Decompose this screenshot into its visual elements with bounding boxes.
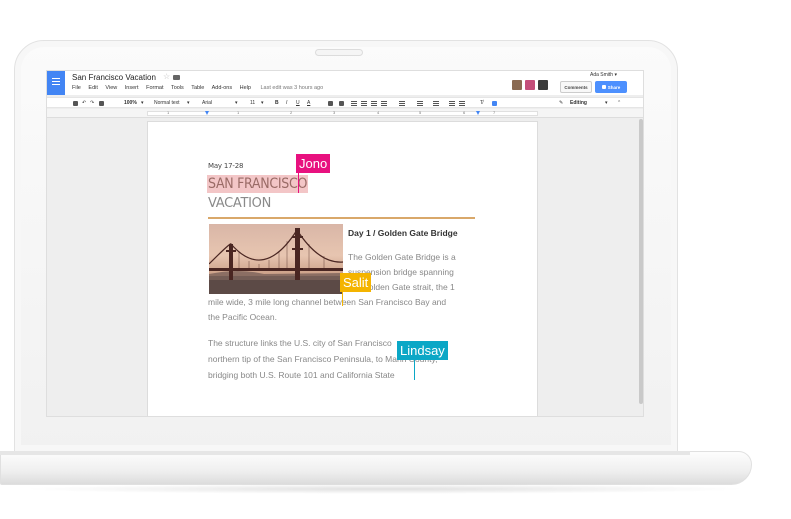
- avatar[interactable]: [538, 80, 548, 90]
- font-size-select[interactable]: 11: [250, 100, 255, 106]
- bold-button[interactable]: B: [275, 100, 279, 106]
- clear-formatting-icon[interactable]: T̸: [480, 100, 483, 106]
- menu-table[interactable]: Table: [191, 85, 204, 91]
- pencil-icon: ✎: [559, 100, 564, 106]
- bulleted-list-icon[interactable]: [433, 101, 439, 106]
- font-select[interactable]: Arial: [202, 100, 212, 106]
- horizontal-rule: [208, 217, 475, 219]
- lock-icon: [601, 85, 606, 89]
- collapse-menu-icon[interactable]: ⌃: [617, 100, 621, 106]
- paragraph-line[interactable]: mile wide, 3 mile long channel between S…: [208, 295, 446, 311]
- ruler-number: 5: [419, 110, 422, 115]
- vertical-scrollbar[interactable]: [639, 119, 643, 404]
- comments-button[interactable]: Comments: [560, 81, 592, 93]
- numbered-list-icon[interactable]: [417, 101, 423, 106]
- ruler-number: 7: [493, 110, 496, 115]
- editing-mode-select[interactable]: Editing: [570, 100, 587, 106]
- align-right-icon[interactable]: [371, 101, 377, 106]
- paint-format-icon[interactable]: [99, 101, 104, 106]
- italic-button[interactable]: I: [286, 100, 287, 106]
- webcam: [315, 49, 363, 56]
- menu-format[interactable]: Format: [146, 85, 163, 91]
- chevron-down-icon: ▾: [141, 100, 144, 106]
- right-indent-marker[interactable]: [476, 111, 480, 115]
- ruler-number: 6: [463, 110, 466, 115]
- document-title[interactable]: San Francisco Vacation: [72, 73, 156, 82]
- menu-edit[interactable]: Edit: [88, 85, 97, 91]
- indent-marker[interactable]: [205, 111, 209, 115]
- align-center-icon[interactable]: [361, 101, 367, 106]
- menu-insert[interactable]: Insert: [125, 85, 139, 91]
- menu-bar: File Edit View Insert Format Tools Table…: [72, 85, 329, 91]
- collaborator-flag-lindsay: Lindsay: [397, 341, 448, 360]
- formatting-toolbar: ↶ ↷ 100% ▾ Normal text ▾ Arial ▾ 11 ▾ B …: [47, 97, 643, 108]
- paragraph-line[interactable]: The Golden Gate Bridge is a: [348, 250, 456, 266]
- menu-addons[interactable]: Add-ons: [212, 85, 233, 91]
- avatar[interactable]: [525, 80, 535, 90]
- docs-header: San Francisco Vacation ☆ File Edit View …: [47, 71, 643, 95]
- laptop-shadow: [20, 484, 750, 494]
- folder-icon[interactable]: [173, 75, 180, 80]
- increase-indent-icon[interactable]: [459, 101, 465, 106]
- underline-button[interactable]: U: [296, 100, 300, 106]
- redo-icon[interactable]: ↷: [90, 100, 94, 106]
- docs-logo-icon[interactable]: [47, 71, 65, 95]
- trip-dates[interactable]: May 17-28: [208, 162, 243, 170]
- chevron-down-icon: ▾: [187, 100, 190, 106]
- collaborator-cursor-salit: [342, 292, 343, 306]
- chevron-down-icon: ▾: [605, 100, 608, 106]
- share-label: Share: [607, 84, 621, 90]
- paragraph-line[interactable]: The structure links the U.S. city of San…: [208, 336, 392, 352]
- menu-view[interactable]: View: [105, 85, 117, 91]
- paragraph-line[interactable]: bridging both U.S. Route 101 and Califor…: [208, 368, 395, 384]
- align-left-icon[interactable]: [351, 101, 357, 106]
- ruler-number: 1: [237, 110, 240, 115]
- line-spacing-icon[interactable]: [399, 101, 405, 106]
- collaborator-cursor-lindsay: [414, 360, 415, 380]
- share-button[interactable]: Share: [595, 81, 627, 93]
- print-icon[interactable]: [73, 101, 78, 106]
- ruler-number: 3: [333, 110, 336, 115]
- day-heading[interactable]: Day 1 / Golden Gate Bridge: [348, 228, 458, 238]
- comment-icon[interactable]: [339, 101, 344, 106]
- paragraph-line[interactable]: the Pacific Ocean.: [208, 310, 277, 326]
- chevron-down-icon: ▾: [261, 100, 264, 106]
- bridge-illustration: [209, 228, 343, 294]
- text-color-button[interactable]: A: [307, 100, 310, 106]
- ruler-number: 1: [167, 110, 170, 115]
- collaborator-flag-salit: Salit: [340, 273, 372, 292]
- collaborator-cursor-jono: [298, 173, 299, 193]
- laptop-hinge: [0, 451, 690, 455]
- menu-help[interactable]: Help: [240, 85, 251, 91]
- undo-icon[interactable]: ↶: [82, 100, 86, 106]
- ruler-number: 2: [290, 110, 293, 115]
- heading-line-1[interactable]: SAN FRANCISCO: [207, 175, 309, 193]
- menu-file[interactable]: File: [72, 85, 81, 91]
- ruler-number: 4: [377, 110, 380, 115]
- decrease-indent-icon[interactable]: [449, 101, 455, 106]
- laptop-base: [0, 451, 752, 485]
- link-icon[interactable]: [328, 101, 333, 106]
- style-select[interactable]: Normal text: [154, 100, 180, 106]
- avatar[interactable]: [512, 80, 522, 90]
- account-name[interactable]: Ada Smith ▾: [590, 72, 617, 78]
- last-edit-status[interactable]: Last edit was 3 hours ago: [260, 85, 323, 91]
- golden-gate-bridge-photo[interactable]: [209, 224, 343, 294]
- zoom-select[interactable]: 100%: [124, 100, 137, 106]
- align-justify-icon[interactable]: [381, 101, 387, 106]
- heading-line-2[interactable]: VACATION: [208, 195, 271, 213]
- ruler: 1 1 2 3 4 5 6 7: [47, 109, 643, 118]
- collaborator-flag-jono: Jono: [296, 154, 331, 173]
- chevron-down-icon: ▾: [235, 100, 238, 106]
- menu-tools[interactable]: Tools: [171, 85, 184, 91]
- input-tools-icon[interactable]: [492, 101, 497, 106]
- star-icon[interactable]: ☆: [163, 72, 170, 81]
